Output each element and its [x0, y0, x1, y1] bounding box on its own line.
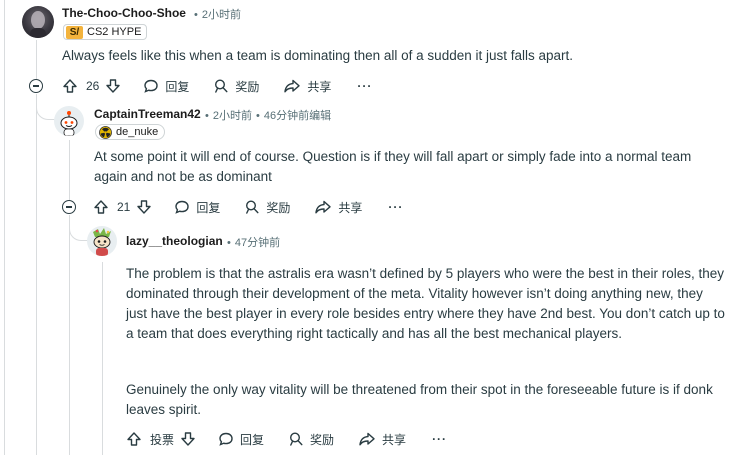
downvote-button[interactable] — [105, 78, 121, 94]
thread-elbow-reply-1 — [36, 94, 56, 120]
snoo-avatar-icon — [60, 111, 78, 136]
share-arrow-icon — [315, 200, 332, 214]
comment-body: Always feels like this when a team is do… — [62, 48, 574, 63]
thread-line-left-edge — [4, 0, 5, 455]
more-options-button[interactable]: ··· — [388, 200, 403, 214]
user-avatar-icon — [30, 11, 46, 38]
thread-line-root-lower — [36, 94, 37, 455]
award-button[interactable]: 奖励 — [244, 199, 290, 216]
reply-button[interactable]: 回复 — [174, 199, 220, 216]
comment-author[interactable]: The-Choo-Choo-Shoe — [62, 6, 186, 20]
reply-button[interactable]: 回复 — [143, 78, 189, 95]
award-label: 奖励 — [310, 432, 335, 447]
comment-timestamp: • 47分钟前 — [227, 237, 281, 249]
share-button[interactable]: 共享 — [283, 78, 331, 95]
share-label: 共享 — [338, 200, 363, 215]
reply-button[interactable]: 回复 — [218, 431, 264, 448]
award-label: 奖励 — [235, 79, 260, 94]
comment-timestamp: • 2小时前 — [194, 9, 241, 21]
downvote-button[interactable] — [180, 431, 196, 447]
thread-elbow-reply-2 — [69, 215, 89, 241]
comment-action-bar: 26 回复 奖励 共享 ··· — [62, 75, 372, 97]
avatar[interactable] — [22, 6, 54, 38]
reply-label: 回复 — [240, 432, 265, 447]
award-ribbon-icon — [290, 432, 303, 446]
speech-bubble-icon — [175, 200, 190, 214]
snoo-avatar-icon — [93, 228, 111, 256]
thread-line-reply-2 — [102, 262, 103, 455]
share-button[interactable]: 共享 — [314, 199, 362, 216]
share-button[interactable]: 共享 — [358, 431, 406, 448]
flair-emblem-icon: S/ — [66, 25, 83, 39]
share-label: 共享 — [307, 79, 332, 94]
comment-body-paragraph: Genuinely the only way vitality will be … — [126, 382, 713, 417]
more-options-icon: ··· — [432, 432, 448, 446]
collapse-button[interactable] — [29, 79, 43, 93]
comment-author[interactable]: CaptainTreeman42 — [94, 107, 201, 121]
upvote-button[interactable] — [126, 431, 142, 447]
upvote-button[interactable] — [62, 78, 78, 94]
avatar[interactable] — [54, 106, 84, 136]
award-button[interactable]: 奖励 — [288, 431, 334, 448]
arrow-down-icon — [137, 200, 152, 214]
award-ribbon-icon — [215, 79, 228, 93]
award-button[interactable]: 奖励 — [213, 78, 259, 95]
nuke-emblem-icon — [99, 125, 112, 139]
thread-line-reply-1 — [69, 140, 70, 200]
speech-bubble-icon — [219, 432, 233, 446]
avatar[interactable] — [87, 226, 117, 256]
vote-count: 21 — [117, 200, 131, 214]
downvote-button[interactable] — [136, 199, 152, 215]
arrow-up-icon — [63, 79, 77, 93]
comment-action-bar: 21 回复 奖励 共享 ··· — [93, 196, 403, 218]
more-options-icon: ··· — [388, 200, 404, 214]
reply-label: 回复 — [165, 79, 190, 94]
comment-timestamp: • 2小时前 • 46分钟前编辑 — [205, 110, 332, 122]
more-options-icon: ··· — [357, 79, 373, 93]
vote-count: 26 — [86, 79, 100, 93]
award-ribbon-icon — [246, 200, 259, 214]
award-label: 奖励 — [266, 200, 291, 215]
speech-bubble-icon — [144, 79, 159, 93]
arrow-up-icon — [127, 432, 141, 446]
upvote-button[interactable] — [93, 199, 109, 215]
thread-line-root — [36, 40, 37, 80]
arrow-up-icon — [94, 200, 108, 214]
share-arrow-icon — [284, 79, 301, 93]
comment-action-bar: 投票 回复 奖励 共享 ··· — [126, 428, 447, 450]
share-label: 共享 — [382, 432, 407, 447]
arrow-down-icon — [106, 79, 121, 93]
comment-body-paragraph: The problem is that the astralis era was… — [126, 266, 725, 341]
user-flair: S/ CS2 HYPE — [63, 24, 148, 40]
share-arrow-icon — [359, 432, 375, 446]
arrow-down-icon — [181, 432, 195, 446]
thread-line-reply-1-lower — [69, 215, 70, 455]
reply-label: 回复 — [196, 200, 221, 215]
more-options-button[interactable]: ··· — [357, 79, 372, 93]
collapse-button[interactable] — [62, 200, 76, 214]
comment-author[interactable]: lazy__theologian — [126, 234, 223, 248]
user-flair: de_nuke — [95, 124, 166, 140]
vote-label: 投票 — [150, 432, 175, 447]
more-options-button[interactable]: ··· — [432, 432, 447, 446]
edited-label: 46分钟前编辑 — [263, 110, 332, 122]
comment-body: At some point it will end of course. Que… — [94, 149, 692, 184]
